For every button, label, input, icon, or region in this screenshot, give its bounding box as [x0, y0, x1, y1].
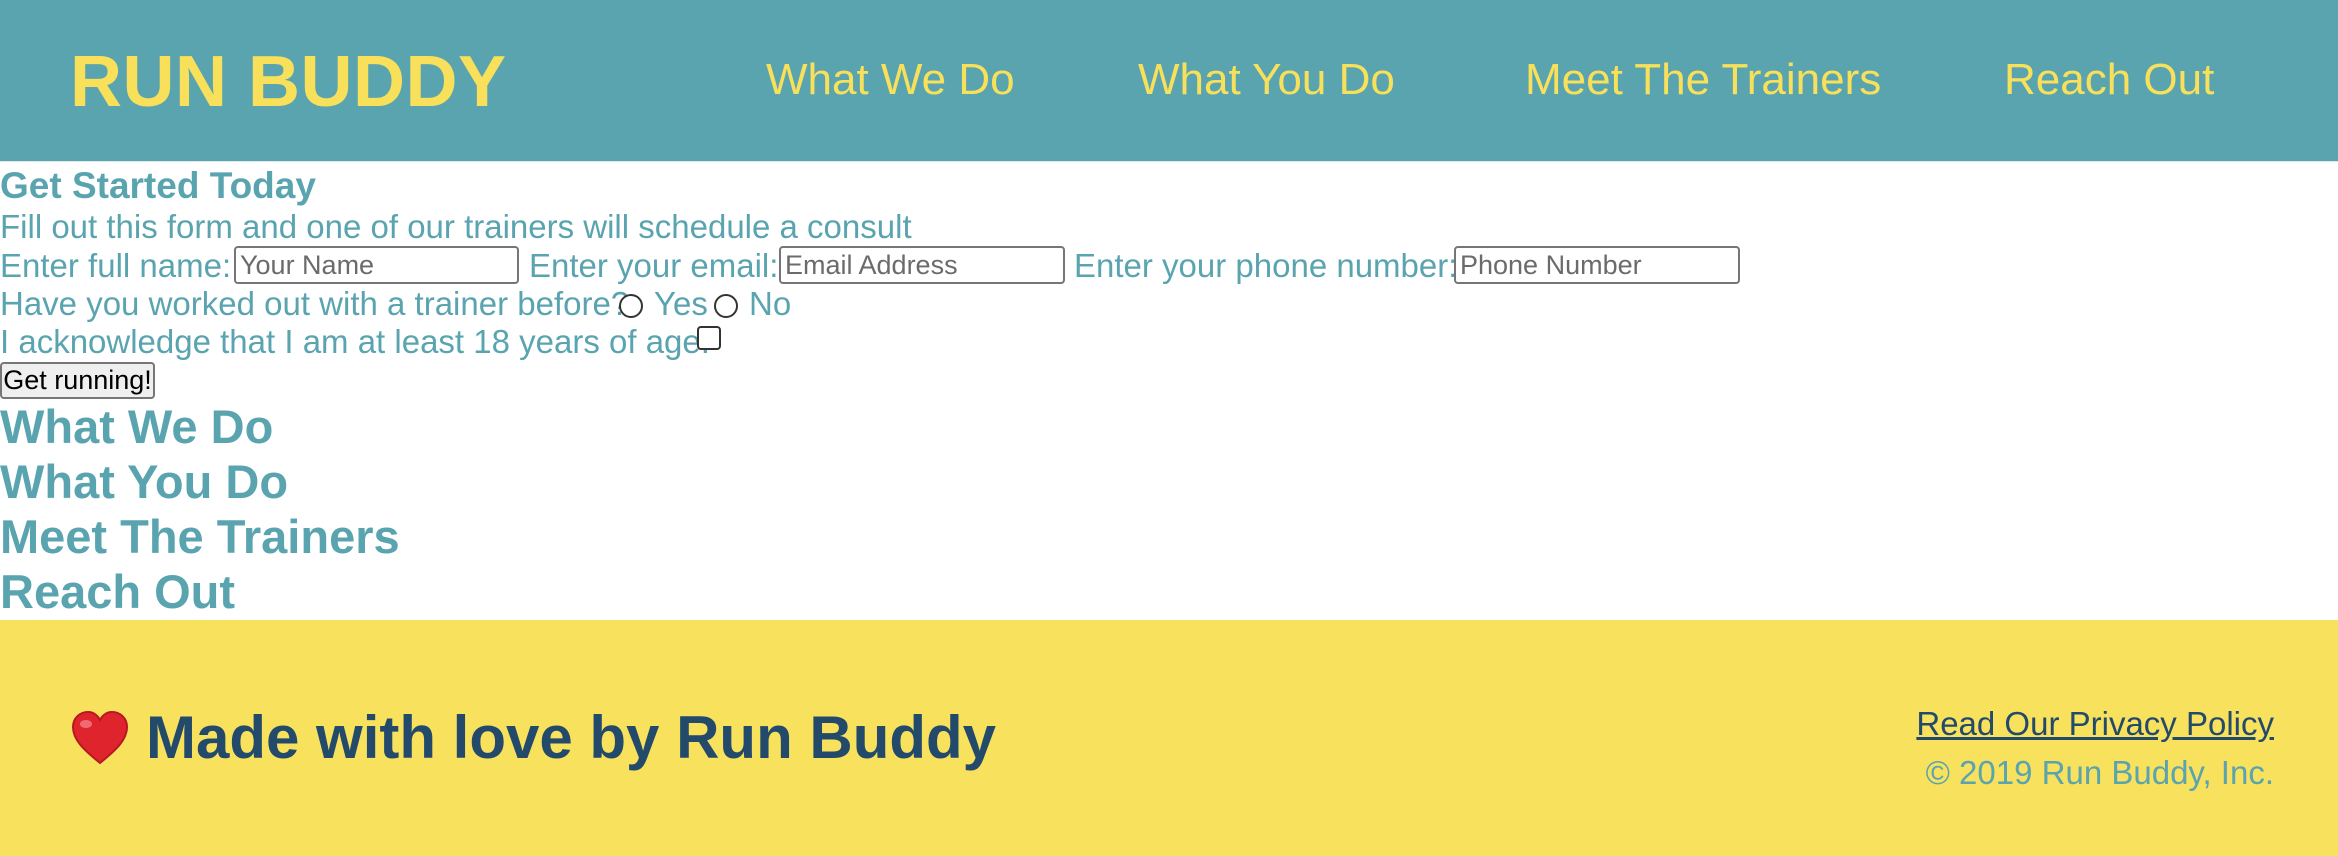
- name-input[interactable]: [234, 246, 519, 284]
- phone-input[interactable]: [1454, 246, 1740, 284]
- no-radio[interactable]: [714, 294, 738, 318]
- section-heading-what-we-do: What We Do: [0, 400, 274, 453]
- nav-link-what-we-do[interactable]: What We Do: [766, 52, 1015, 108]
- brand-logo[interactable]: RUN BUDDY: [70, 39, 507, 125]
- site-header: RUN BUDDY What We Do What You Do Meet Th…: [0, 0, 2338, 162]
- contact-fields-row: Enter full name: Enter your email: Enter…: [0, 246, 2338, 286]
- age-ack-checkbox[interactable]: [697, 326, 721, 350]
- form-title: Get Started Today: [0, 165, 316, 206]
- name-label: Enter full name:: [0, 247, 232, 284]
- age-ack-label: I acknowledge that I am at least 18 year…: [0, 323, 710, 360]
- made-with-love-text: Made with love by Run Buddy: [146, 704, 997, 771]
- phone-label: Enter your phone number:: [1074, 247, 1458, 284]
- email-label: Enter your email:: [529, 247, 779, 284]
- nav-link-what-you-do[interactable]: What You Do: [1138, 52, 1395, 108]
- yes-label: Yes: [654, 285, 708, 322]
- site-footer: Made with love by Run Buddy Read Our Pri…: [0, 620, 2338, 856]
- trainer-question-row: Have you worked out with a trainer befor…: [0, 284, 900, 324]
- yes-radio[interactable]: [619, 294, 643, 318]
- section-heading-meet-the-trainers: Meet The Trainers: [0, 510, 400, 563]
- copyright-text: © 2019 Run Buddy, Inc.: [1925, 754, 2274, 791]
- no-label: No: [749, 285, 792, 322]
- section-heading-reach-out: Reach Out: [0, 565, 236, 618]
- heart-icon: [71, 710, 129, 765]
- age-ack-row: I acknowledge that I am at least 18 year…: [0, 322, 900, 362]
- get-running-button[interactable]: Get running!: [0, 362, 155, 399]
- nav-link-meet-the-trainers[interactable]: Meet The Trainers: [1525, 52, 1881, 108]
- email-input[interactable]: [779, 246, 1065, 284]
- form-subtitle: Fill out this form and one of our traine…: [0, 208, 912, 245]
- nav-link-reach-out[interactable]: Reach Out: [2004, 52, 2214, 108]
- privacy-policy-link[interactable]: Read Our Privacy Policy: [1916, 704, 2274, 744]
- section-heading-what-you-do: What You Do: [0, 455, 289, 508]
- trainer-question-label: Have you worked out with a trainer befor…: [0, 285, 630, 322]
- main-content: Get Started Today Fill out this form and…: [0, 162, 2338, 620]
